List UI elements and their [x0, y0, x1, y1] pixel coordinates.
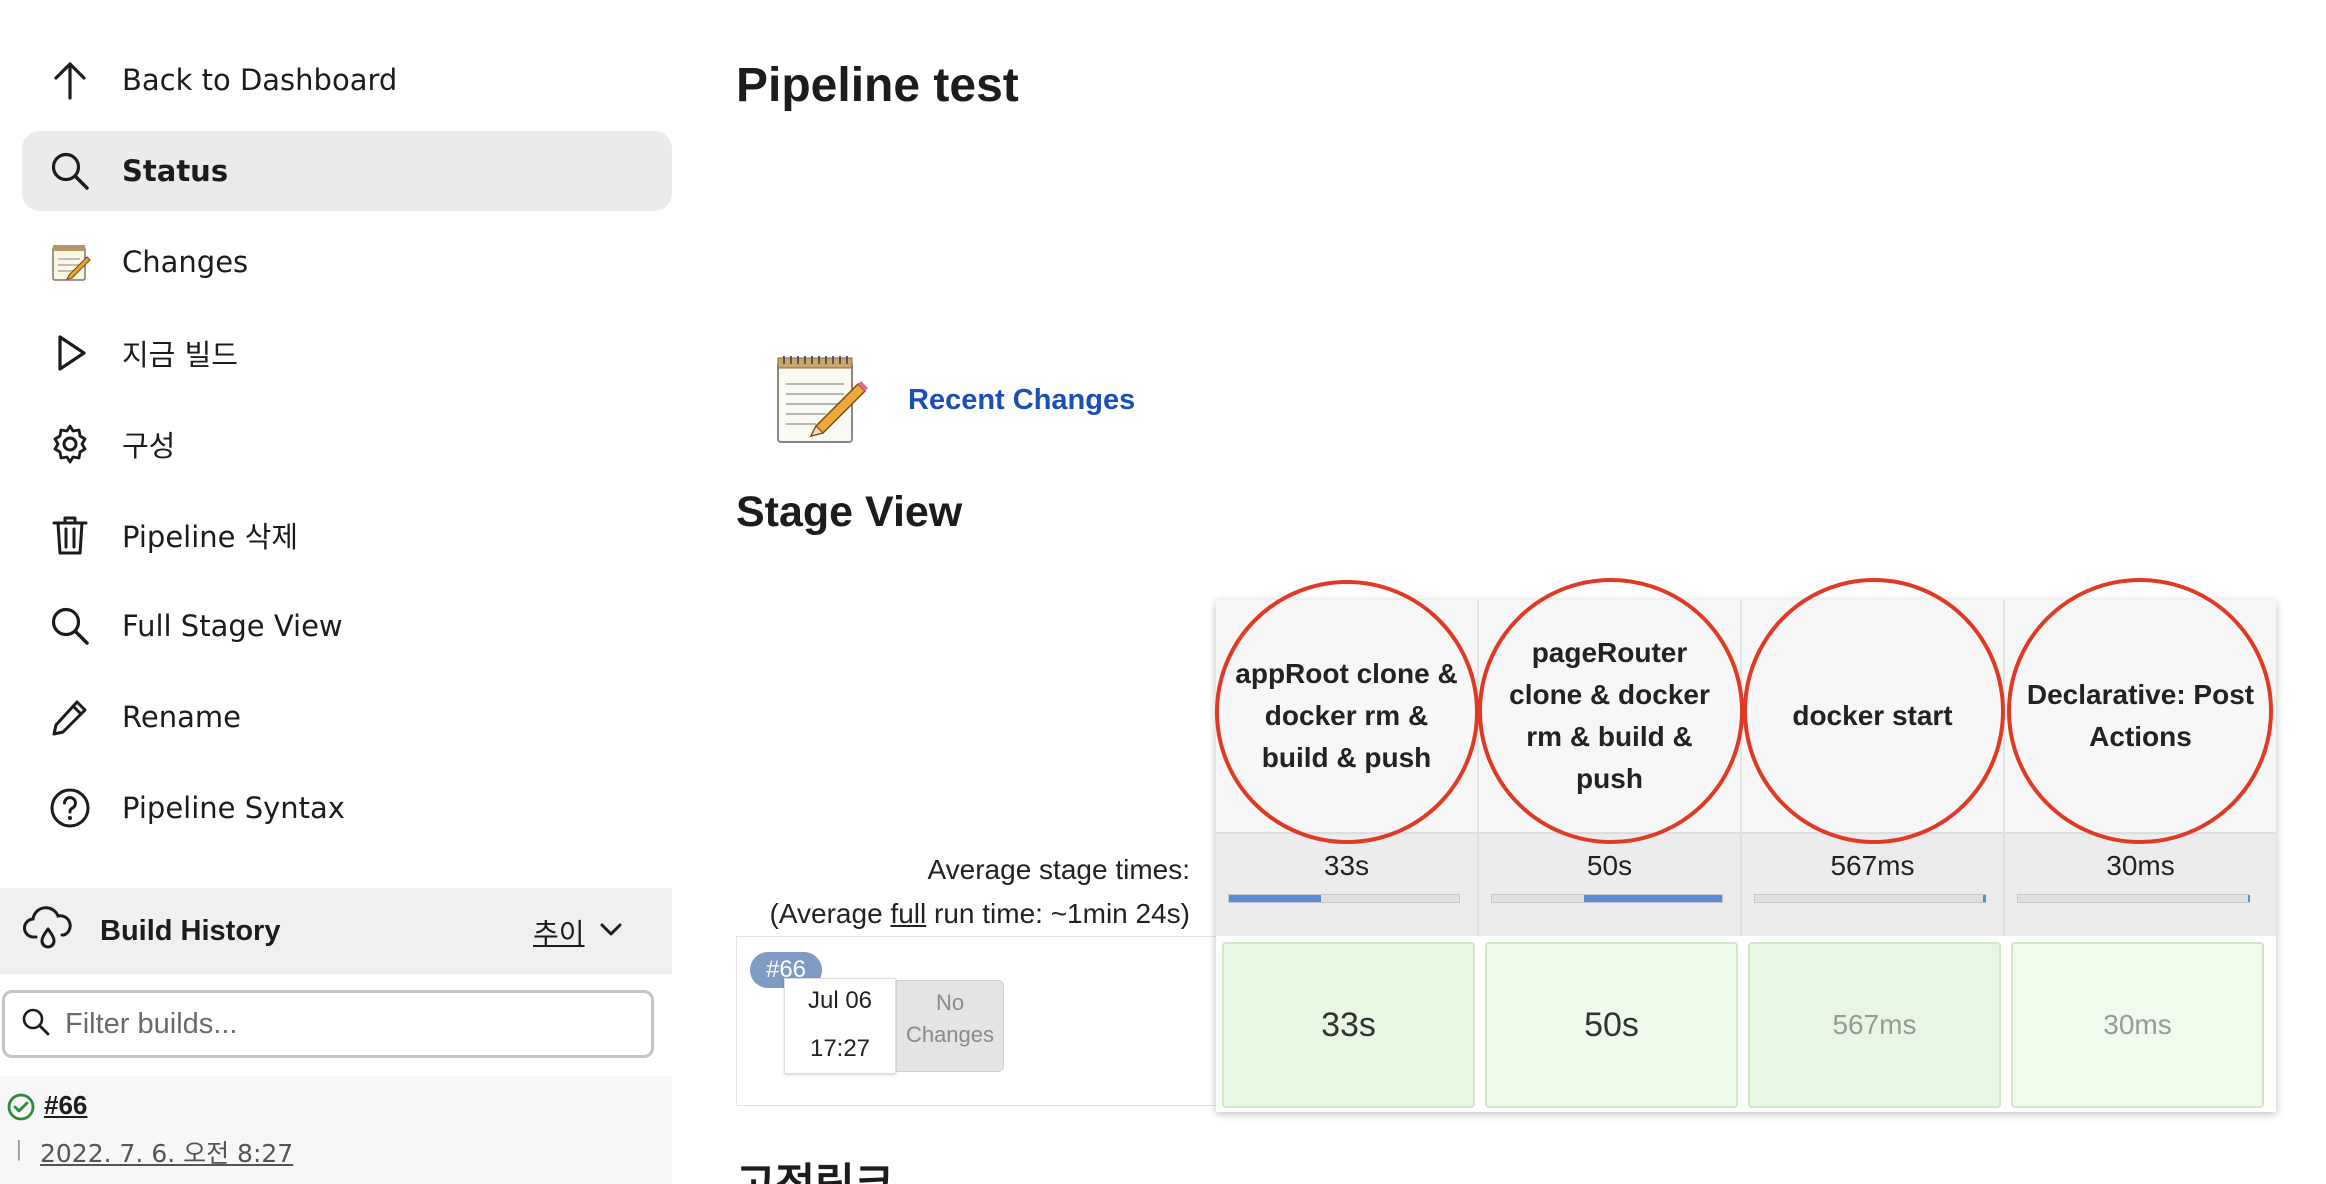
sidebar-item-build-now[interactable]: 지금 빌드 [22, 313, 672, 393]
run-time: 17:27 [809, 1035, 871, 1062]
stage-cell-success[interactable]: 50s [1485, 942, 1738, 1108]
stage-view-title: Stage View [736, 488, 963, 536]
run-datetime: Jul 06 17:27 [784, 978, 896, 1074]
average-times-label: Average stage times: (Average full run t… [766, 848, 1190, 936]
stage-header: pageRouter clone & docker rm & build & p… [1479, 600, 1742, 832]
filter-builds-input[interactable] [65, 1007, 625, 1041]
play-icon [48, 331, 92, 375]
sidebar-item-rename[interactable]: Rename [22, 677, 672, 757]
search-icon [48, 149, 92, 193]
stage-average-fill [1983, 895, 1986, 902]
search-icon [48, 604, 92, 648]
chevron-down-icon[interactable] [598, 916, 624, 947]
avg-run-time-text: (Average full run time: ~1min 24s) [766, 892, 1190, 936]
cloud-rain-icon [22, 905, 74, 958]
notepad-icon [772, 352, 868, 453]
stage-header: appRoot clone & docker rm & build & push [1216, 600, 1479, 832]
stage-average-bar [1754, 894, 1986, 903]
stage-average-time: 50s [1586, 850, 1633, 881]
stage-average-bar [1228, 894, 1460, 903]
stage-cell-success[interactable]: 30ms [2011, 942, 2264, 1108]
sidebar-item-full-stage-view[interactable]: Full Stage View [22, 586, 672, 666]
sidebar-item-label: Pipeline 삭제 [122, 520, 299, 554]
stage-view-table: appRoot clone & docker rm & build & push… [1216, 600, 2276, 1112]
build-date-link[interactable]: 2022. 7. 6. 오전 8:27 [40, 1134, 293, 1170]
stage-average: 50s [1479, 832, 1742, 936]
sidebar-item-back-to-dashboard[interactable]: Back to Dashboard [22, 40, 672, 120]
recent-changes-link[interactable]: Recent Changes [908, 384, 1135, 417]
notepad-icon [48, 240, 92, 284]
permalinks-title: 고정링크 [736, 1150, 894, 1184]
sidebar-item-label: 지금 빌드 [122, 338, 238, 372]
avg-run-suffix: run time: ~1min 24s) [926, 898, 1190, 929]
stage-average-time: 33s [1323, 850, 1370, 881]
arrow-up-icon [48, 58, 92, 102]
run-date: Jul 06 [807, 987, 873, 1014]
timeline-divider: | [16, 1136, 22, 1161]
sidebar-item-status[interactable]: Status [22, 131, 672, 211]
stage-average: 30ms [2005, 832, 2276, 936]
sidebar-item-label: Back to Dashboard [122, 63, 398, 97]
run-changes[interactable]: No Changes [896, 980, 1004, 1072]
trash-icon [48, 513, 92, 557]
search-icon [21, 1007, 51, 1042]
sidebar-item-delete-pipeline[interactable]: Pipeline 삭제 [22, 495, 672, 575]
stage-average-time: 30ms [2106, 850, 2175, 881]
stage-average-bar [2017, 894, 2250, 903]
stage-cell-success[interactable]: 33s [1222, 942, 1475, 1108]
side-nav: Back to Dashboard Status Changes 지금 빌드 구 [22, 40, 672, 859]
stage-average-fill [1229, 895, 1321, 902]
sidebar-item-label: Status [122, 154, 229, 188]
stage-average: 33s [1216, 832, 1479, 936]
sidebar-item-label: Full Stage View [122, 609, 343, 643]
help-circle-icon [48, 786, 92, 830]
success-check-icon [6, 1092, 36, 1127]
stage-cell-success[interactable]: 567ms [1748, 942, 2001, 1108]
stage-average-time: 567ms [1830, 850, 1915, 881]
stage-header: docker start [1742, 600, 2005, 832]
full-run-link[interactable]: full [890, 898, 926, 929]
sidebar-item-label: 구성 [122, 429, 176, 463]
build-number-link[interactable]: #66 [44, 1090, 87, 1121]
gear-icon [48, 422, 92, 466]
stage-average: 567ms [1742, 832, 2005, 936]
stage-average-fill [1584, 895, 1722, 902]
stage-header: Declarative: Post Actions [2005, 600, 2276, 832]
sidebar: Back to Dashboard Status Changes 지금 빌드 구 [0, 0, 672, 1184]
build-history-title: Build History [100, 914, 281, 947]
sidebar-item-label: Changes [122, 245, 249, 279]
build-history-header: Build History 추이 [0, 888, 672, 974]
stage-average-fill [2248, 895, 2250, 902]
build-row: #66 | 2022. 7. 6. 오전 8:27 [0, 1076, 672, 1184]
sidebar-item-label: Rename [122, 700, 241, 734]
sidebar-item-configure[interactable]: 구성 [22, 404, 672, 484]
stage-average-bar [1491, 894, 1723, 903]
sidebar-item-label: Pipeline Syntax [122, 791, 345, 825]
avg-run-prefix: (Average [769, 898, 891, 929]
sidebar-item-pipeline-syntax[interactable]: Pipeline Syntax [22, 768, 672, 848]
sidebar-item-changes[interactable]: Changes [22, 222, 672, 302]
pencil-icon [48, 695, 92, 739]
trend-link[interactable]: 추이 [533, 912, 585, 952]
filter-builds-field [2, 990, 654, 1058]
page-title: Pipeline test [736, 59, 1019, 112]
avg-stage-times-text: Average stage times: [927, 854, 1190, 885]
